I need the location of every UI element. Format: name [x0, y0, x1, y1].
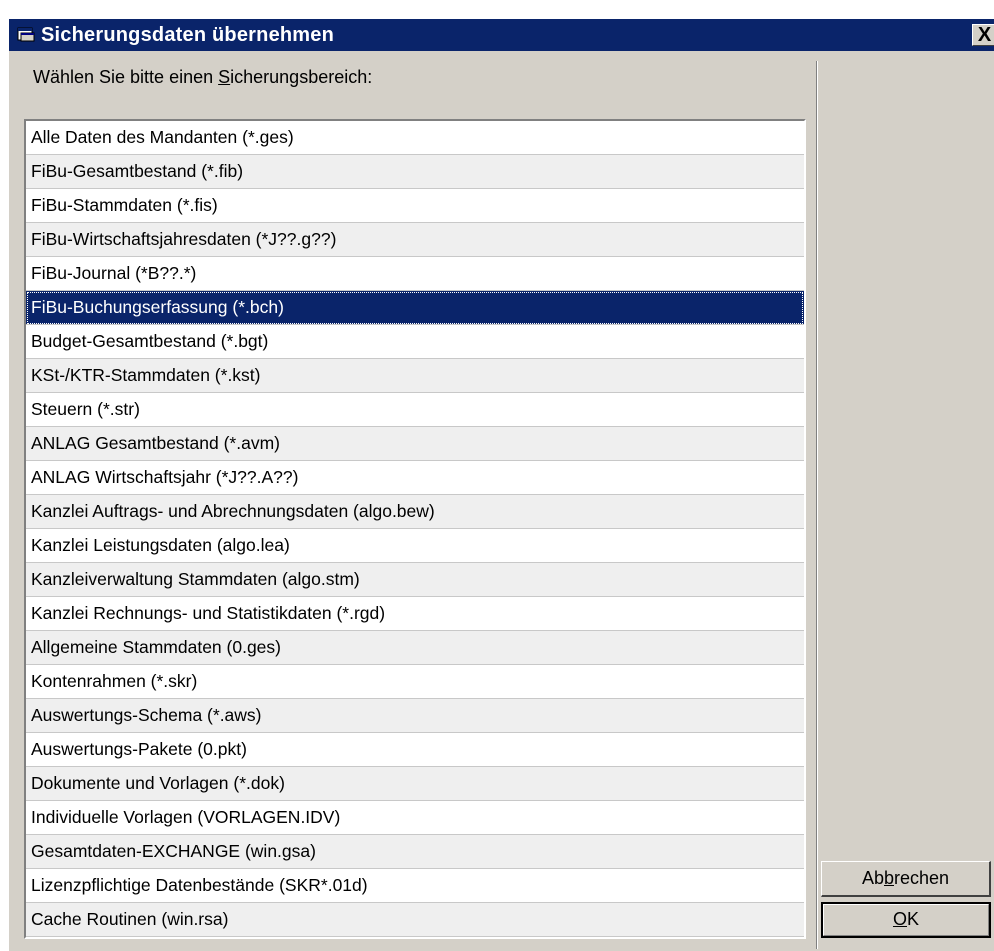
list-item[interactable]: Auswertungs-Schema (*.aws) [26, 699, 804, 733]
list-item[interactable]: FiBu-Wirtschaftsjahresdaten (*J??.g??) [26, 223, 804, 257]
list-item[interactable]: ANLAG Gesamtbestand (*.avm) [26, 427, 804, 461]
folder-window-icon [17, 26, 35, 42]
list-item[interactable]: Individuelle Vorlagen (VORLAGEN.IDV) [26, 801, 804, 835]
list-item[interactable]: Kanzlei Rechnungs- und Statistikdaten (*… [26, 597, 804, 631]
close-button[interactable]: X [972, 24, 994, 46]
list-item[interactable]: Kanzlei Auftrags- und Abrechnungsdaten (… [26, 495, 804, 529]
cancel-button[interactable]: Abbrechen [821, 861, 991, 897]
list-item[interactable]: Allgemeine Stammdaten (0.ges) [26, 631, 804, 665]
ok-button[interactable]: OK [821, 902, 991, 938]
backup-area-list[interactable]: Alle Daten des Mandanten (*.ges) FiBu-Ges… [24, 119, 806, 939]
list-item[interactable]: Kanzlei Leistungsdaten (algo.lea) [26, 529, 804, 563]
list-item[interactable]: Kanzleiverwaltung Stammdaten (algo.stm) [26, 563, 804, 597]
list-item[interactable]: KSt-/KTR-Stammdaten (*.kst) [26, 359, 804, 393]
cancel-button-label: Abbrechen [861, 868, 950, 888]
title-bar[interactable]: Sicherungsdaten übernehmen X [9, 19, 994, 51]
dialog-window: Sicherungsdaten übernehmen X Wählen Sie … [8, 18, 994, 951]
prompt-label: Wählen Sie bitte einen Sicherungsbereich… [33, 67, 372, 88]
list-item[interactable]: Lizenzpflichtige Datenbestände (SKR*.01d… [26, 869, 804, 903]
list-item[interactable]: FiBu-Stammdaten (*.fis) [26, 189, 804, 223]
list-item[interactable]: FiBu-Journal (*B??.*) [26, 257, 804, 291]
list-item[interactable]: Budget-Gesamtbestand (*.bgt) [26, 325, 804, 359]
list-item[interactable]: Dokumente und Vorlagen (*.dok) [26, 767, 804, 801]
list-item[interactable]: Kontenrahmen (*.skr) [26, 665, 804, 699]
list-item[interactable]: Alle Daten des Mandanten (*.ges) [26, 121, 804, 155]
ok-button-label: OK [892, 909, 920, 929]
list-item[interactable]: Gesamtdaten-EXCHANGE (win.gsa) [26, 835, 804, 869]
list-item[interactable]: ANLAG Wirtschaftsjahr (*J??.A??) [26, 461, 804, 495]
list-item[interactable]: Auswertungs-Pakete (0.pkt) [26, 733, 804, 767]
list-item[interactable]: Cache Routinen (win.rsa) [26, 903, 804, 937]
window-title: Sicherungsdaten übernehmen [41, 24, 335, 46]
close-icon: X [977, 24, 992, 46]
list-item[interactable]: FiBu-Gesamtbestand (*.fib) [26, 155, 804, 189]
prompt-text: Wählen Sie bitte einen Sicherungsbereich… [33, 67, 373, 87]
list-item[interactable]: FiBu-Buchungserfassung (*.bch) [26, 291, 804, 325]
divider-highlight [817, 61, 818, 949]
list-item[interactable]: Steuern (*.str) [26, 393, 804, 427]
